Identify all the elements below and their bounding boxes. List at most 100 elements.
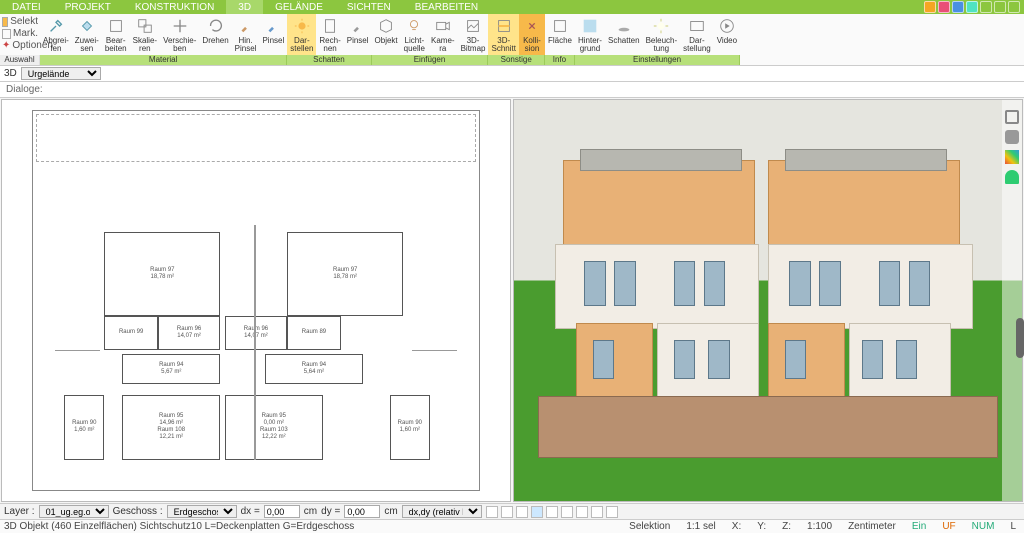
status-uf: UF (938, 521, 959, 532)
area-icon (550, 16, 570, 36)
bic-walk[interactable] (531, 506, 543, 518)
bic-dots[interactable] (576, 506, 588, 518)
status-l: L (1006, 521, 1020, 532)
auswahl-col: Selekt Mark. ✦Optionen (0, 14, 40, 55)
pane-2d-floorplan[interactable]: Raum 97 18,78 m²Raum 97 18,78 m²Raum 96 … (1, 99, 511, 502)
obj-icon (376, 16, 396, 36)
menu-datei[interactable]: DATEI (0, 0, 53, 14)
bic-zoom[interactable] (486, 506, 498, 518)
layers-icon[interactable] (1005, 110, 1019, 124)
ribbon-material-0[interactable]: Abgrei- fen (40, 14, 72, 55)
bic-link[interactable] (561, 506, 573, 518)
floorplan: Raum 97 18,78 m²Raum 97 18,78 m²Raum 96 … (32, 110, 480, 491)
min-icon[interactable] (980, 1, 992, 13)
group-sonstige: Sonstige (488, 55, 544, 65)
ribbon-material-6[interactable]: Hin. Pinsel (232, 14, 260, 55)
menu-projekt[interactable]: PROJEKT (53, 0, 123, 14)
status-x: X: (728, 521, 745, 532)
mark-btn[interactable]: Mark. (2, 28, 38, 39)
view-select[interactable]: Urgelände (21, 67, 101, 80)
brush-icon (236, 16, 256, 36)
eyedrop-icon (46, 16, 66, 36)
close-icon[interactable] (1008, 1, 1020, 13)
group-info: Info (545, 55, 575, 65)
menu-gelaende[interactable]: GELÄNDE (263, 0, 335, 14)
rotate-icon (206, 16, 226, 36)
geschoss-select[interactable]: Erdgeschos (167, 505, 237, 518)
ribbon-schatten-2[interactable]: Pinsel (344, 14, 372, 55)
ribbon-einst-2[interactable]: Beleuch- tung (643, 14, 681, 55)
ribbon-einst-1[interactable]: Schatten (605, 14, 643, 55)
ribbon-info-0[interactable]: Fläche (545, 14, 575, 55)
bic-print[interactable] (501, 506, 513, 518)
menu-sichten[interactable]: SICHTEN (335, 0, 403, 14)
tree-icon[interactable] (1005, 170, 1019, 184)
ribbon-einfuegen-1[interactable]: Licht- quelle (401, 14, 428, 55)
help-icon[interactable] (966, 1, 978, 13)
ri-2[interactable] (938, 1, 950, 13)
menu-konstruktion[interactable]: KONSTRUKTION (123, 0, 226, 14)
room: Raum 90 1,60 m² (390, 395, 430, 459)
ribbon-sonstige-1[interactable]: Kolli- sion (519, 14, 545, 55)
light-icon (651, 16, 671, 36)
dy-input[interactable] (344, 505, 380, 518)
max-icon[interactable] (994, 1, 1006, 13)
ribbon-material-1[interactable]: Zuwei- sen (72, 14, 102, 55)
layer-select[interactable]: 01_ug.eg.oç (39, 505, 109, 518)
ribbon-einst-3[interactable]: Dar- stellung (680, 14, 714, 55)
ribbon-schatten-0[interactable]: Dar- stellen (287, 14, 316, 55)
optionen-btn[interactable]: ✦Optionen (2, 40, 38, 51)
room: Raum 94 5,67 m² (122, 354, 220, 384)
scrollbar-thumb[interactable] (1016, 318, 1024, 358)
bic-grid[interactable] (516, 506, 528, 518)
ri-3[interactable] (952, 1, 964, 13)
palette-icon[interactable] (1005, 150, 1019, 164)
pane-3d-view[interactable] (513, 99, 1023, 502)
dy-label: dy = (321, 506, 340, 517)
shad-icon (614, 16, 634, 36)
bic-eye[interactable] (546, 506, 558, 518)
room: Raum 96 14,07 m² (225, 316, 287, 350)
content: Raum 97 18,78 m²Raum 97 18,78 m²Raum 96 … (0, 98, 1024, 503)
dx-input[interactable] (264, 505, 300, 518)
bmp-icon (463, 16, 483, 36)
edit-icon (106, 16, 126, 36)
bg-icon (580, 16, 600, 36)
dx-label: dx = (241, 506, 260, 517)
ribbon-einfuegen-0[interactable]: Objekt (372, 14, 401, 55)
ribbon-einfuegen-3[interactable]: 3D- Bitmap (458, 14, 489, 55)
bic-reload[interactable] (606, 506, 618, 518)
status-ein: Ein (908, 521, 930, 532)
bulb-icon (404, 16, 424, 36)
geschoss-label: Geschoss : (113, 506, 163, 517)
rel-select[interactable]: dx,dy (relativ ka (402, 505, 482, 518)
ribbon-material-5[interactable]: Drehen (199, 14, 231, 55)
bottom-icons (486, 506, 618, 518)
ribbon-einfuegen-2[interactable]: Kame- ra (428, 14, 458, 55)
ribbon-schatten-1[interactable]: Rech- nen (316, 14, 343, 55)
lab-3d: 3D (4, 68, 17, 79)
ribbon: Selekt Mark. ✦Optionen Auswahl Abgrei- f… (0, 14, 1024, 66)
menu-3d[interactable]: 3D (226, 0, 263, 14)
selekt-btn[interactable]: Selekt (2, 16, 38, 27)
bic-grid2[interactable] (591, 506, 603, 518)
ribbon-material-2[interactable]: Bear- beiten (102, 14, 130, 55)
layer-label: Layer : (4, 506, 35, 517)
room: Raum 89 (287, 316, 341, 350)
status-unit: Zentimeter (844, 521, 900, 532)
ri-1[interactable] (924, 1, 936, 13)
chair-icon[interactable] (1005, 130, 1019, 144)
ribbon-einst-0[interactable]: Hinter- grund (575, 14, 605, 55)
ribbon-material-4[interactable]: Verschie- ben (160, 14, 199, 55)
status-scale: 1:1 sel (682, 521, 719, 532)
status-selektion: Selektion (625, 521, 674, 532)
status-num: NUM (968, 521, 999, 532)
move-icon (170, 16, 190, 36)
ribbon-einst-4[interactable]: Video (714, 14, 740, 55)
cut-icon (494, 16, 514, 36)
ribbon-sonstige-0[interactable]: 3D- Schnitt (488, 14, 518, 55)
ribbon-material-7[interactable]: Pinsel (259, 14, 287, 55)
menu-bearbeiten[interactable]: BEARBEITEN (403, 0, 490, 14)
ribbon-material-3[interactable]: Skalie- ren (130, 14, 160, 55)
status-left: 3D Objekt (460 Einzelflächen) Sichtschut… (4, 521, 354, 532)
